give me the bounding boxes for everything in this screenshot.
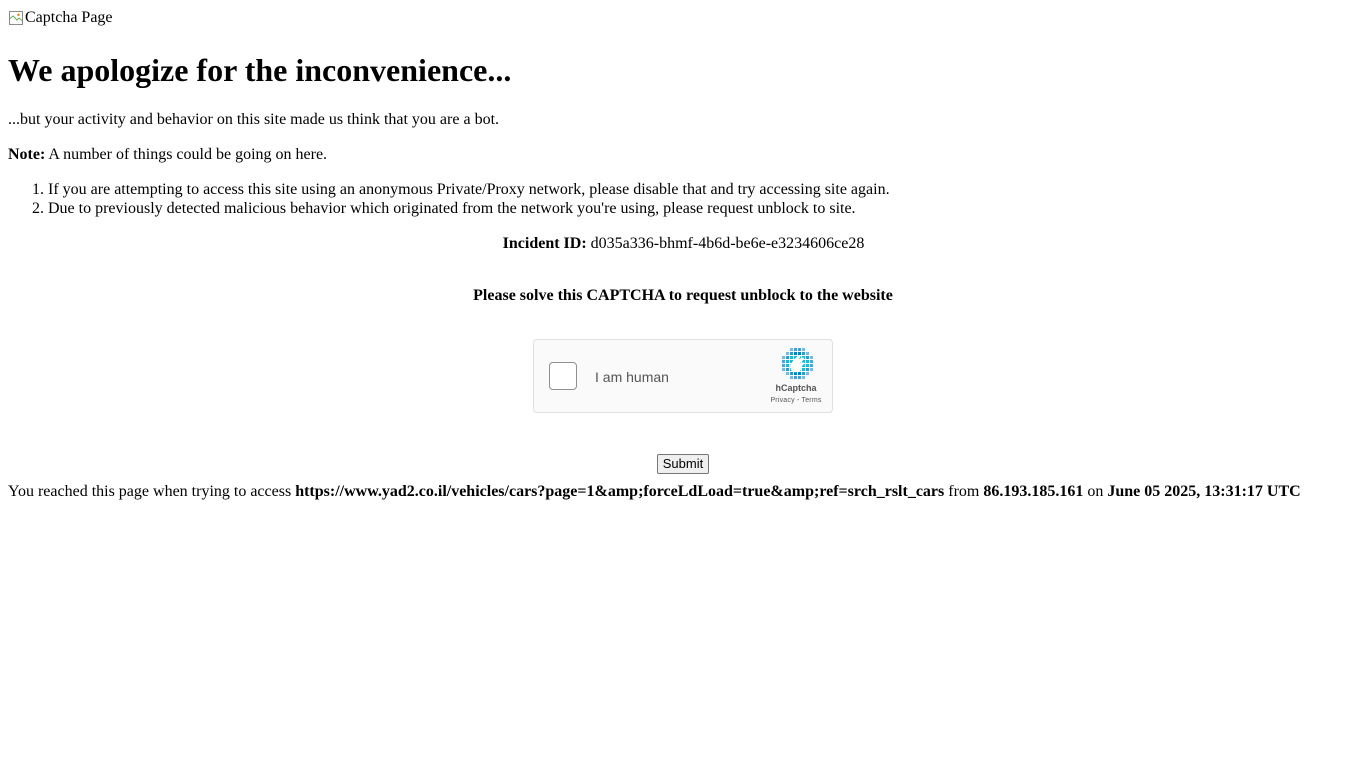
human-checkbox-label[interactable]: I am human [595, 369, 669, 385]
access-from: from [944, 482, 984, 500]
hcaptcha-links: Privacy - Terms [756, 396, 836, 405]
broken-image-icon [8, 10, 24, 26]
captcha-page-logo: Captcha Page [8, 8, 113, 27]
list-item: Due to previously detected malicious beh… [48, 199, 1358, 218]
submit-container: Submit [8, 453, 1358, 474]
privacy-link[interactable]: Privacy [770, 397, 794, 404]
page: Captcha Page We apologize for the inconv… [0, 0, 1366, 509]
note-text: A number of things could be going on her… [45, 145, 328, 163]
terms-link[interactable]: Terms [802, 397, 822, 404]
reasons-list: If you are attempting to access this sit… [8, 180, 1358, 218]
intro-text: ...but your activity and behavior on thi… [8, 110, 500, 128]
access-info: You reached this page when trying to acc… [8, 482, 1358, 501]
submit-button[interactable]: Submit [656, 453, 710, 474]
human-checkbox[interactable] [549, 361, 577, 390]
hcaptcha-container: I am human hCaptcha Privacy - Terms [8, 338, 1358, 413]
hcaptcha-logo-icon [780, 347, 814, 381]
links-separator: - [794, 396, 802, 404]
incident-value: d035a336-bhmf-4b6d-be6e-e3234606ce28 [586, 234, 865, 252]
note-paragraph: Note: A number of things could be going … [8, 145, 1358, 164]
access-url: https://www.yad2.co.il/vehicles/cars?pag… [295, 482, 945, 500]
logo-alt-text: Captcha Page [25, 9, 113, 26]
note-label: Note: [8, 145, 46, 163]
incident-label: Incident ID: [502, 234, 587, 252]
page-title: We apologize for the inconvenience... [8, 51, 512, 88]
list-item: If you are attempting to access this sit… [48, 180, 1358, 199]
incident-id: Incident ID: d035a336-bhmf-4b6d-be6e-e32… [8, 234, 1358, 253]
hcaptcha-widget: I am human hCaptcha Privacy - Terms [533, 338, 836, 413]
hcaptcha-brand: hCaptcha [775, 382, 817, 393]
captcha-prompt: Please solve this CAPTCHA to request unb… [473, 286, 893, 304]
access-prefix: You reached this page when trying to acc… [8, 482, 296, 500]
access-datetime: June 05 2025, 13:31:17 UTC [1107, 482, 1301, 500]
access-ip: 86.193.185.161 [983, 482, 1084, 500]
access-on: on [1083, 482, 1108, 500]
